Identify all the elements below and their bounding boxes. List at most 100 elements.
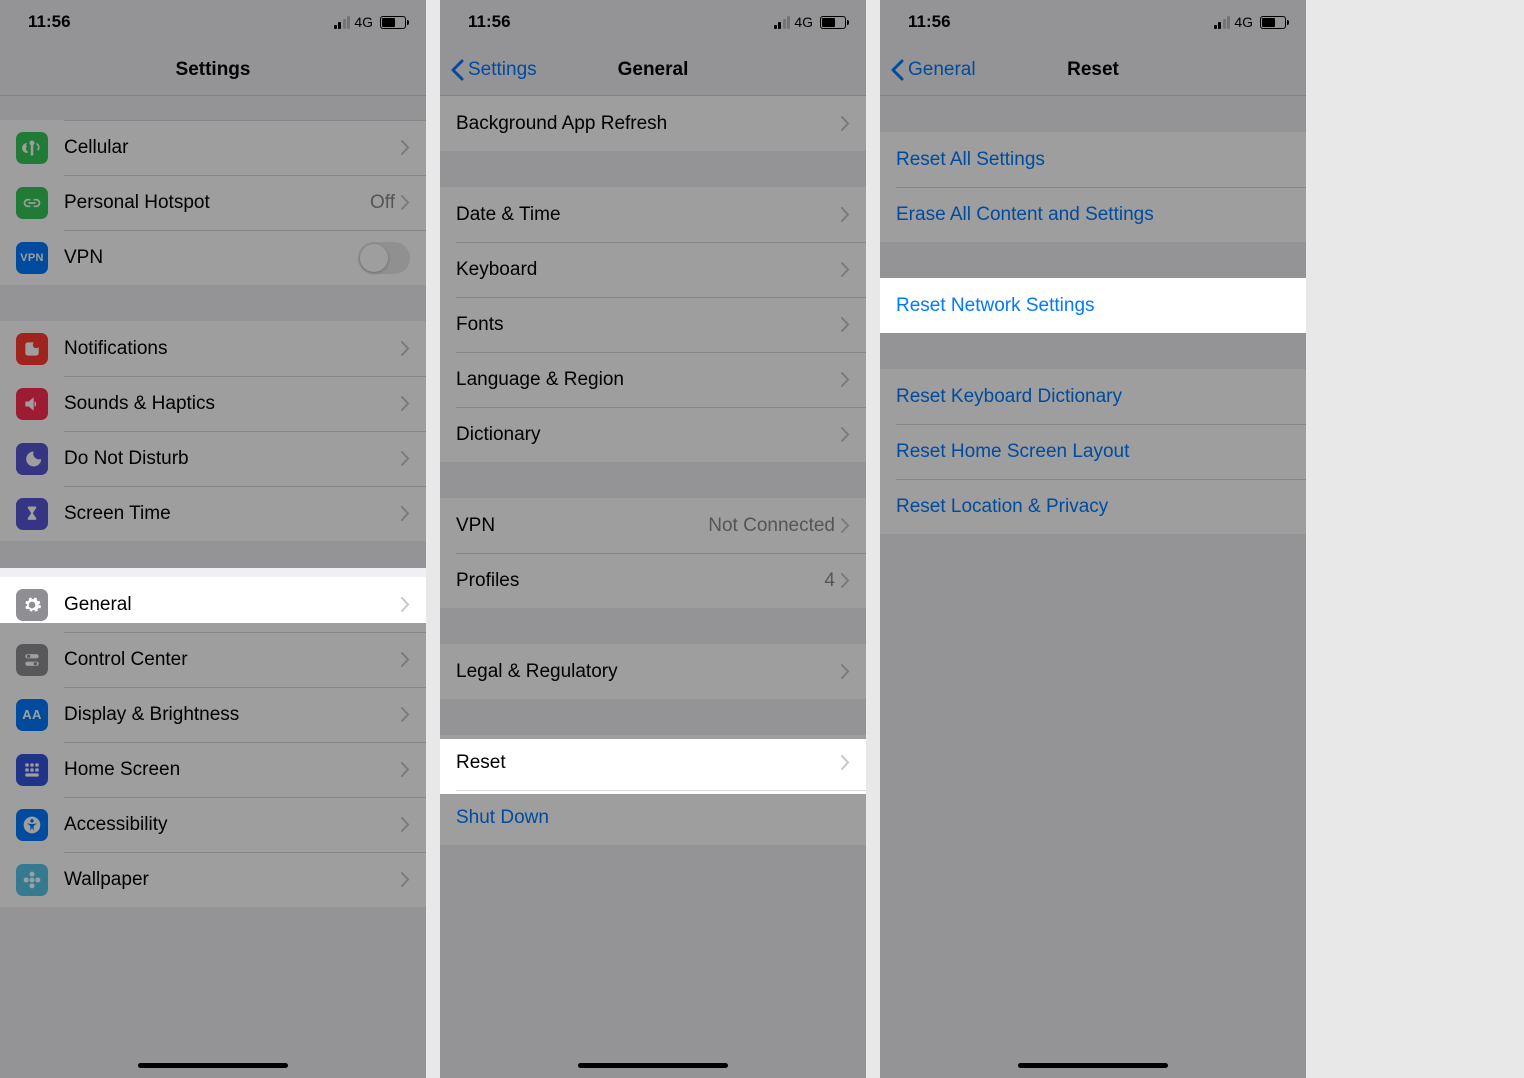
row-label: VPN [64, 247, 358, 269]
vpn-icon: VPN [16, 242, 48, 274]
signal-icon [334, 16, 351, 29]
chevron-right-icon [401, 195, 410, 210]
row-accessibility[interactable]: Accessibility [0, 797, 426, 852]
row-legal[interactable]: Legal & Regulatory [440, 644, 866, 699]
chevron-right-icon [841, 116, 850, 131]
status-network: 4G [794, 14, 813, 30]
chevron-right-icon [401, 396, 410, 411]
signal-icon [1214, 16, 1231, 29]
row-label: Legal & Regulatory [456, 661, 841, 683]
row-keyboard[interactable]: Keyboard [440, 242, 866, 297]
status-time: 11:56 [468, 12, 511, 32]
row-label: Control Center [64, 649, 401, 671]
page-title: General [618, 59, 689, 81]
row-value: 4 [824, 570, 835, 592]
row-dnd[interactable]: Do Not Disturb [0, 431, 426, 486]
status-right: 4G [774, 14, 846, 30]
chevron-right-icon [841, 664, 850, 679]
home-indicator[interactable] [138, 1063, 288, 1068]
chevron-right-icon [401, 652, 410, 667]
row-cellular[interactable]: Cellular [0, 120, 426, 175]
row-control-center[interactable]: Control Center [0, 632, 426, 687]
row-home-screen[interactable]: Home Screen [0, 742, 426, 797]
chevron-right-icon [401, 341, 410, 356]
back-label: Settings [468, 59, 537, 81]
screen-general: 11:56 4G Settings General Background App… [440, 0, 866, 1078]
row-sounds[interactable]: Sounds & Haptics [0, 376, 426, 431]
signal-icon [774, 16, 791, 29]
chevron-right-icon [841, 262, 850, 277]
screen-reset: 11:56 4G General Reset Reset All Setting… [880, 0, 1306, 1078]
group-notify: Notifications Sounds & Haptics Do Not Di… [0, 321, 426, 541]
row-label: Wallpaper [64, 869, 401, 891]
row-erase-all[interactable]: Erase All Content and Settings [880, 187, 1306, 242]
row-dictionary[interactable]: Dictionary [440, 407, 866, 462]
chevron-right-icon [401, 762, 410, 777]
row-label: Personal Hotspot [64, 192, 370, 214]
row-bg-refresh[interactable]: Background App Refresh [440, 96, 866, 151]
row-general[interactable]: General [0, 577, 426, 632]
row-display[interactable]: AA Display & Brightness [0, 687, 426, 742]
row-label: Background App Refresh [456, 113, 841, 135]
row-label: Notifications [64, 338, 401, 360]
row-reset[interactable]: Reset [440, 735, 866, 790]
row-reset-network[interactable]: Reset Network Settings [880, 278, 1306, 333]
row-vpn[interactable]: VPN VPN [0, 230, 426, 285]
page-title: Reset [1067, 59, 1119, 81]
vpn-toggle[interactable] [358, 242, 410, 274]
battery-icon [820, 16, 846, 29]
status-time: 11:56 [28, 12, 71, 32]
row-reset-all[interactable]: Reset All Settings [880, 132, 1306, 187]
row-fonts[interactable]: Fonts [440, 297, 866, 352]
group-general: General Control Center AA Display & Brig… [0, 577, 426, 907]
flower-icon [16, 864, 48, 896]
home-indicator[interactable] [578, 1063, 728, 1068]
home-indicator[interactable] [1018, 1063, 1168, 1068]
status-time: 11:56 [908, 12, 951, 32]
row-label: Reset Keyboard Dictionary [896, 386, 1290, 408]
row-screentime[interactable]: Screen Time [0, 486, 426, 541]
gear-icon [16, 589, 48, 621]
moon-icon [16, 443, 48, 475]
row-label: Screen Time [64, 503, 401, 525]
row-label: Fonts [456, 314, 841, 336]
chevron-left-icon [450, 59, 464, 81]
screen-settings: 11:56 4G Settings Cellular [0, 0, 426, 1078]
battery-icon [380, 16, 406, 29]
chevron-right-icon [841, 372, 850, 387]
back-button[interactable]: Settings [450, 59, 537, 81]
row-label: Dictionary [456, 424, 841, 446]
back-button[interactable]: General [890, 59, 976, 81]
chevron-right-icon [401, 872, 410, 887]
row-label: Sounds & Haptics [64, 393, 401, 415]
page-title: Settings [176, 59, 251, 81]
chevron-right-icon [401, 707, 410, 722]
row-personal-hotspot[interactable]: Personal Hotspot Off [0, 175, 426, 230]
row-label: Accessibility [64, 814, 401, 836]
row-label: Reset Location & Privacy [896, 496, 1290, 518]
row-notifications[interactable]: Notifications [0, 321, 426, 376]
status-bar: 11:56 4G [440, 0, 866, 44]
row-vpn[interactable]: VPN Not Connected [440, 498, 866, 553]
row-profiles[interactable]: Profiles 4 [440, 553, 866, 608]
row-date-time[interactable]: Date & Time [440, 187, 866, 242]
chevron-right-icon [841, 573, 850, 588]
row-reset-home[interactable]: Reset Home Screen Layout [880, 424, 1306, 479]
row-label: Shut Down [456, 807, 850, 829]
status-bar: 11:56 4G [880, 0, 1306, 44]
row-label: Language & Region [456, 369, 841, 391]
nav-bar: Settings [0, 44, 426, 96]
status-right: 4G [334, 14, 406, 30]
chevron-right-icon [401, 817, 410, 832]
status-bar: 11:56 4G [0, 0, 426, 44]
row-shutdown[interactable]: Shut Down [440, 790, 866, 845]
row-reset-location[interactable]: Reset Location & Privacy [880, 479, 1306, 534]
status-network: 4G [354, 14, 373, 30]
chevron-right-icon [841, 427, 850, 442]
row-value: Off [370, 192, 395, 214]
group-connectivity: Cellular Personal Hotspot Off VPN VPN [0, 120, 426, 285]
row-language-region[interactable]: Language & Region [440, 352, 866, 407]
row-wallpaper[interactable]: Wallpaper [0, 852, 426, 907]
chevron-left-icon [890, 59, 904, 81]
row-reset-keyboard[interactable]: Reset Keyboard Dictionary [880, 369, 1306, 424]
